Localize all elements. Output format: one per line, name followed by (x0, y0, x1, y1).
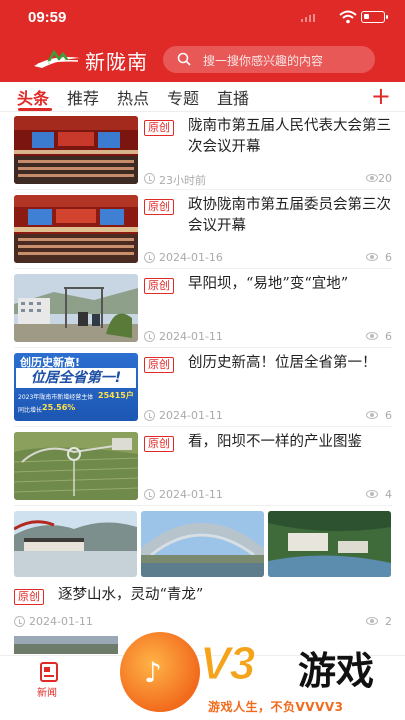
article-views: 6 (385, 409, 392, 422)
divider (14, 426, 392, 427)
eye-icon (366, 411, 378, 419)
article-thumbnail: 创历史新高! 位居全省第一! 2023年陇南市新增经营主体 25415户 同比增… (14, 353, 138, 421)
tab-hot[interactable]: 热点 (117, 85, 149, 109)
list-item[interactable]: 原创 看，阳坝不一样的产业图鉴 2024-01-11 4 (0, 432, 405, 510)
original-badge: 原创 (14, 589, 44, 605)
list-item[interactable]: 原创 政协陇南市第五届委员会第三次会议开幕 2024-01-16 6 (0, 195, 405, 273)
status-time: 09:59 (28, 9, 67, 26)
original-badge: 原创 (144, 357, 174, 373)
list-item[interactable]: 原创 早阳坝，“易地”变“宜地” 2024-01-11 6 (0, 274, 405, 352)
article-meta: 2024-01-11 6 (144, 330, 392, 344)
article-meta: 2024-01-11 2 (14, 615, 392, 629)
divider (14, 505, 392, 506)
original-badge: 原创 (144, 120, 174, 136)
tab-headlines[interactable]: 头条 (17, 85, 49, 109)
clock-icon (144, 410, 155, 421)
plus-icon[interactable]: + (371, 84, 391, 108)
watermark-slogan: 游戏人生，不负VVVV3 (208, 700, 344, 714)
clock-icon (144, 489, 155, 500)
signal-icon (301, 14, 315, 22)
article-views: 2 (385, 615, 392, 628)
article-views: 20 (378, 172, 392, 185)
article-views: 6 (385, 251, 392, 264)
eye-icon (366, 332, 378, 340)
category-tabs: 头条 推荐 热点 专题 直播 + (0, 82, 405, 112)
article-date: 23小时前 (159, 174, 206, 187)
nav-news-label: 新闻 (37, 688, 57, 699)
tab-recommended[interactable]: 推荐 (67, 85, 99, 109)
article-views: 4 (385, 488, 392, 501)
article-title[interactable]: 创历史新高！位居全省第一！ (188, 353, 393, 374)
article-title[interactable]: 逐梦山水，灵动“青龙” (58, 585, 388, 606)
thumb-number: 25415户 (98, 391, 134, 400)
music-note-icon: ♪ (144, 656, 162, 689)
thumb-growth-label: 同比增长 (18, 407, 43, 414)
divider (14, 189, 392, 190)
clock-icon (144, 173, 155, 184)
list-item[interactable]: 原创 逐梦山水，灵动“青龙” 2024-01-11 2 (0, 511, 405, 631)
eye-icon (366, 253, 378, 261)
clock-icon (144, 331, 155, 342)
article-title[interactable]: 陇南市第五届人民代表大会第三次会议开幕 (188, 116, 393, 158)
app-header: 09:59 新陇南 搜一搜你感兴趣的内容 (0, 0, 405, 82)
tab-live[interactable]: 直播 (217, 85, 249, 109)
search-placeholder: 搜一搜你感兴趣的内容 (203, 54, 324, 68)
article-thumbnail (14, 636, 118, 654)
thumb-subheadline: 位居全省第一! (16, 368, 136, 388)
app-logo-icon (34, 49, 80, 68)
article-thumbnail (14, 274, 138, 342)
wifi-icon (339, 10, 357, 24)
article-date: 2024-01-11 (159, 330, 223, 343)
clock-icon (144, 252, 155, 263)
article-thumbnail (14, 511, 137, 577)
article-title[interactable]: 政协陇南市第五届委员会第三次会议开幕 (188, 195, 393, 237)
article-date: 2024-01-11 (29, 615, 93, 628)
article-date: 2024-01-11 (159, 409, 223, 422)
thumb-growth: 25.56% (42, 403, 76, 412)
article-date: 2024-01-16 (159, 251, 223, 264)
article-views: 6 (385, 330, 392, 343)
article-thumbnail (268, 511, 391, 577)
article-thumbnail (14, 195, 138, 263)
list-item[interactable]: 创历史新高! 位居全省第一! 2023年陇南市新增经营主体 25415户 同比增… (0, 353, 405, 431)
watermark-brand: V3 (199, 637, 255, 690)
eye-icon (366, 617, 378, 625)
status-bar: 09:59 (0, 0, 405, 36)
article-title[interactable]: 看，阳坝不一样的产业图鉴 (188, 432, 393, 453)
eye-icon (366, 174, 378, 182)
original-badge: 原创 (144, 278, 174, 294)
news-icon (40, 662, 58, 682)
original-badge: 原创 (144, 199, 174, 215)
divider (14, 347, 392, 348)
article-date: 2024-01-11 (159, 488, 223, 501)
nav-news[interactable]: 新闻 (32, 660, 68, 700)
clock-icon (14, 616, 25, 627)
list-item[interactable]: 原创 陇南市第五届人民代表大会第三次会议开幕 23小时前 20 (0, 116, 405, 194)
article-title[interactable]: 早阳坝，“易地”变“宜地” (188, 274, 393, 295)
active-tab-indicator (18, 108, 52, 111)
article-thumbnail (141, 511, 264, 577)
article-meta: 2024-01-11 4 (144, 488, 392, 502)
article-meta: 2024-01-11 6 (144, 409, 392, 423)
watermark-name: 游戏 (298, 649, 375, 693)
thumb-caption: 2023年陇南市新增经营主体 (18, 394, 94, 401)
app-brand: 新陇南 (85, 50, 148, 74)
article-thumbnail (14, 432, 138, 500)
original-badge: 原创 (144, 436, 174, 452)
article-meta: 2024-01-16 6 (144, 251, 392, 265)
divider (14, 268, 392, 269)
battery-icon (361, 11, 388, 23)
tab-topics[interactable]: 专题 (167, 85, 199, 109)
search-input[interactable]: 搜一搜你感兴趣的内容 (163, 46, 375, 73)
eye-icon (366, 490, 378, 498)
search-icon (177, 52, 191, 66)
article-meta: 23小时前 20 (144, 172, 392, 187)
article-thumbnail (14, 116, 138, 184)
